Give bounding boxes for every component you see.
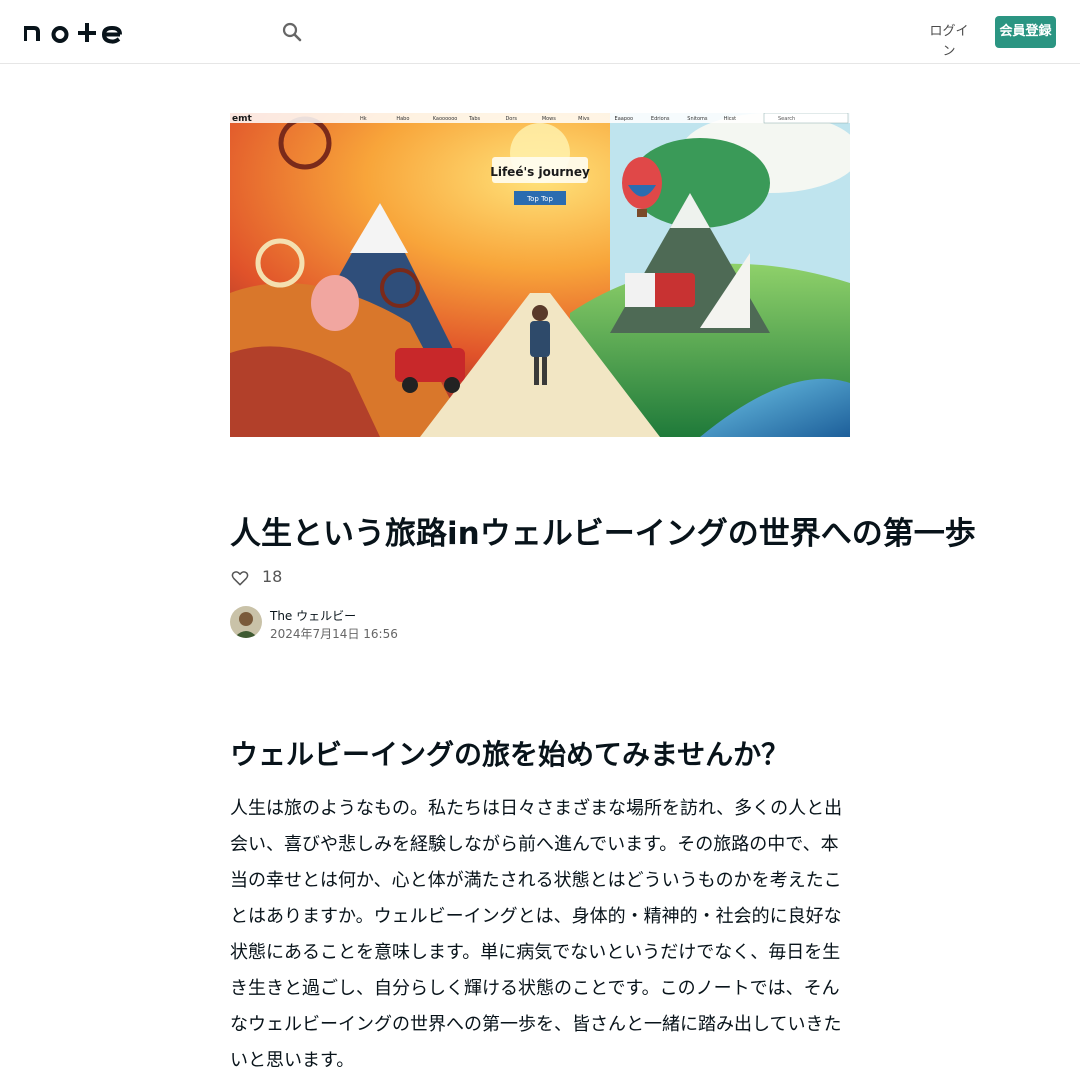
login-link[interactable]: ログイン — [926, 22, 972, 59]
eyecatch-nav-item: Snitoms — [687, 116, 708, 122]
site-header: ログイン 会員登録 — [0, 0, 1080, 64]
eyecatch-nav-item: Dors — [505, 116, 517, 122]
note-logo[interactable] — [24, 20, 122, 44]
search-icon[interactable] — [280, 20, 304, 44]
section-heading: ウェルビーイングの旅を始めてみませんか？ — [230, 738, 790, 771]
eyecatch-nav-item: Edrions — [651, 116, 670, 122]
publish-date: 2024年7月14日 16:56 — [270, 627, 398, 641]
eyecatch-nav-item: Hk — [360, 116, 367, 122]
article-body: 人生は旅のようなもの。私たちは日々さまざまな場所を訪れ、多くの人と出会い、喜びや… — [230, 798, 843, 1071]
eyecatch-nav-item: Kaoooooo — [433, 116, 458, 122]
like-count: 18 — [262, 567, 283, 586]
eyecatch-nav-item: Mows — [542, 116, 556, 122]
signup-button[interactable]: 会員登録 — [995, 16, 1056, 48]
eyecatch-image: Lifeé's journey Top Top emt Hk Habo Kaoooo… — [230, 113, 850, 437]
eyecatch-corner-text: emt — [232, 114, 252, 124]
eyecatch-headline: Lifeé's journey — [490, 165, 590, 179]
eyecatch-nav-item: Habo — [396, 116, 409, 122]
avatar[interactable] — [230, 606, 262, 638]
eyecatch-nav-item: Eaapoo — [615, 116, 634, 122]
author-name[interactable]: The ウェルビー — [270, 608, 356, 624]
eyecatch-nav-item: Mivs — [578, 116, 590, 122]
eyecatch-button-text: Top Top — [526, 195, 553, 203]
article-title: 人生という旅路inウェルビーイングの世界への第一歩 — [230, 516, 976, 552]
heart-icon[interactable] — [230, 568, 250, 588]
eyecatch-nav-item: Hicst — [724, 116, 737, 122]
eyecatch-search-text: Search — [778, 116, 795, 122]
eyecatch-nav-item: Tabs — [468, 116, 480, 122]
